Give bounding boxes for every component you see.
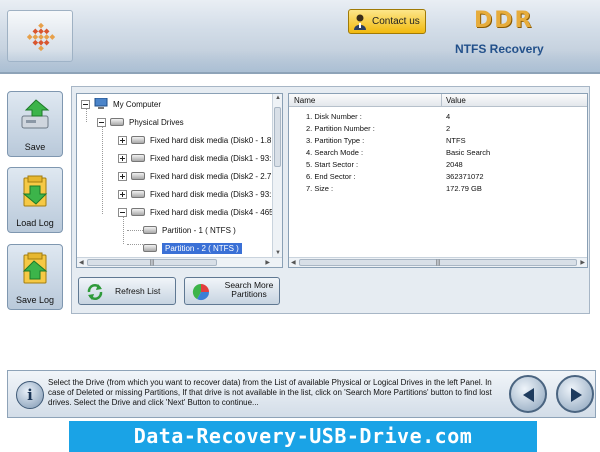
hint-text: Select the Drive (from which you want to… xyxy=(48,378,492,407)
scroll-right-icon[interactable]: ▶ xyxy=(265,259,270,266)
next-button[interactable] xyxy=(556,375,594,413)
save-button[interactable]: Save xyxy=(7,91,63,157)
column-header-name[interactable]: Name xyxy=(294,96,315,105)
scroll-thumb[interactable]: ||| xyxy=(87,259,217,266)
tree-item-my-computer[interactable]: My Computer xyxy=(81,97,161,111)
collapse-icon[interactable] xyxy=(81,99,90,109)
hard-disk-icon xyxy=(131,172,145,180)
hard-disk-icon xyxy=(131,190,145,198)
refresh-icon xyxy=(87,284,103,300)
app-logo xyxy=(7,10,73,62)
tree-item-disk4[interactable]: Fixed hard disk media (Disk4 - 465 xyxy=(118,205,274,219)
tree-label-disk2: Fixed hard disk media (Disk2 - 2.7 xyxy=(150,171,272,181)
partition-icon xyxy=(143,226,157,234)
expand-icon[interactable] xyxy=(118,189,127,199)
scroll-left-icon[interactable]: ◀ xyxy=(79,259,84,266)
info-icon: i xyxy=(16,381,44,409)
tree-label-disk1: Fixed hard disk media (Disk1 - 93: xyxy=(150,153,272,163)
scroll-thumb[interactable] xyxy=(274,107,281,167)
back-button[interactable] xyxy=(509,375,547,413)
save-log-icon xyxy=(22,252,48,284)
save-log-label: Save Log xyxy=(15,295,55,305)
app-header: Contact us DDR NTFS Recovery xyxy=(0,0,600,74)
person-icon xyxy=(354,14,366,30)
contact-us-label: Contact us xyxy=(372,16,420,27)
drive-icon xyxy=(110,118,124,126)
pie-search-icon xyxy=(192,283,210,301)
expand-icon[interactable] xyxy=(118,135,127,145)
tree-item-disk2[interactable]: Fixed hard disk media (Disk2 - 2.7 xyxy=(118,169,271,183)
website-banner: Data-Recovery-USB-Drive.com xyxy=(69,421,537,452)
contact-us-button[interactable]: Contact us xyxy=(348,9,426,34)
table-row: 1. Disk Number :4 xyxy=(306,112,451,121)
hard-disk-icon xyxy=(131,208,145,216)
scroll-right-icon[interactable]: ▶ xyxy=(580,259,585,266)
load-log-label: Load Log xyxy=(16,218,54,228)
tree-label-disk0: Fixed hard disk media (Disk0 - 1.8 xyxy=(150,135,272,145)
arrow-right-icon xyxy=(571,388,582,402)
tree-item-partition-1[interactable]: Partition - 1 ( NTFS ) xyxy=(143,223,236,237)
checker-logo-icon xyxy=(26,22,56,52)
tree-item-physical-drives[interactable]: Physical Drives xyxy=(97,115,184,129)
tree-label-disk4: Fixed hard disk media (Disk4 - 465 xyxy=(150,207,274,217)
product-name: NTFS Recovery xyxy=(455,42,544,56)
table-row: 3. Partition Type : NTFS xyxy=(306,136,466,145)
save-label: Save xyxy=(24,142,46,152)
computer-icon xyxy=(94,98,108,109)
hard-disk-icon xyxy=(131,154,145,162)
tree-label-physical-drives: Physical Drives xyxy=(129,117,184,127)
grid-header: Name Value xyxy=(289,94,587,107)
load-log-icon xyxy=(22,175,48,207)
tree-vertical-scrollbar[interactable]: ▲ ▼ xyxy=(272,94,282,257)
hard-disk-icon xyxy=(131,136,145,144)
table-row: 5. Start Sector :2048 xyxy=(306,160,463,169)
scroll-down-icon[interactable]: ▼ xyxy=(275,250,281,256)
table-row: 2. Partition Number :2 xyxy=(306,124,451,133)
tree-item-disk3[interactable]: Fixed hard disk media (Disk3 - 93: xyxy=(118,187,271,201)
tree-item-disk0[interactable]: Fixed hard disk media (Disk0 - 1.8 xyxy=(118,133,271,147)
partition-properties-grid: Name Value 1. Disk Number :4 2. Partitio… xyxy=(288,93,588,268)
tree-label-my-computer: My Computer xyxy=(113,99,162,109)
column-header-value[interactable]: Value xyxy=(446,96,466,105)
partition-icon xyxy=(143,244,157,252)
table-row: 7. Size :172.79 GB xyxy=(306,184,482,193)
search-more-partitions-button[interactable]: Search More Partitions xyxy=(184,277,280,305)
refresh-list-label: Refresh List xyxy=(115,286,161,296)
scroll-up-icon[interactable]: ▲ xyxy=(275,95,281,101)
expand-icon[interactable] xyxy=(118,171,127,181)
save-drive-icon xyxy=(21,99,50,129)
load-log-button[interactable]: Load Log xyxy=(7,167,63,233)
tree-horizontal-scrollbar[interactable]: ◀ ||| ▶ xyxy=(77,257,282,267)
tree-item-disk1[interactable]: Fixed hard disk media (Disk1 - 93: xyxy=(118,151,271,165)
drive-tree[interactable]: My Computer Physical Drives Fixed hard d… xyxy=(76,93,283,268)
table-row: 4. Search Mode : Basic Search xyxy=(306,148,491,157)
scroll-thumb[interactable]: ||| xyxy=(299,259,577,266)
tree-label-partition-2-selected: Partition - 2 ( NTFS ) xyxy=(162,242,242,254)
grid-horizontal-scrollbar[interactable]: ◀ ||| ▶ xyxy=(289,257,587,267)
save-log-button[interactable]: Save Log xyxy=(7,244,63,310)
collapse-icon[interactable] xyxy=(97,117,106,127)
refresh-list-button[interactable]: Refresh List xyxy=(78,277,176,305)
brand-name: DDR xyxy=(474,8,534,33)
hint-bar: i Select the Drive (from which you want … xyxy=(7,370,596,418)
search-more-partitions-label: Search More Partitions xyxy=(224,280,274,299)
tree-label-disk3: Fixed hard disk media (Disk3 - 93: xyxy=(150,189,272,199)
expand-icon[interactable] xyxy=(118,153,127,163)
arrow-left-icon xyxy=(523,388,534,402)
tree-label-partition-1: Partition - 1 ( NTFS ) xyxy=(162,225,236,235)
tree-item-partition-2[interactable]: Partition - 2 ( NTFS ) xyxy=(143,241,242,255)
scroll-left-icon[interactable]: ◀ xyxy=(291,259,296,266)
table-row: 6. End Sector :362371072 xyxy=(306,172,484,181)
collapse-icon[interactable] xyxy=(118,207,127,217)
